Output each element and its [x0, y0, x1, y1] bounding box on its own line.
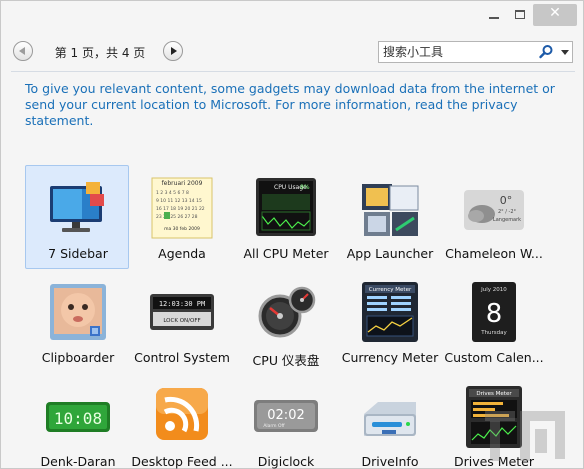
- gadget-tile[interactable]: 10:08 Denk-Daran: [25, 373, 129, 469]
- privacy-info-link[interactable]: To give you relevant content, some gadge…: [25, 81, 555, 129]
- gauge-icon: [258, 286, 316, 338]
- search-icon[interactable]: [538, 44, 554, 60]
- svg-text:16 17 18 19 20 21 22: 16 17 18 19 20 21 22: [156, 206, 205, 212]
- calendar-month: July 2010: [480, 287, 507, 293]
- gadget-tile[interactable]: 12:03:30 PM LOCK ON/OFF Control System: [129, 269, 233, 373]
- search-box: [378, 41, 573, 63]
- close-icon: ✕: [549, 5, 561, 21]
- gadget-label: App Launcher: [346, 246, 434, 261]
- chevron-left-icon: [19, 47, 25, 55]
- calendar-weekday: Thursday: [480, 330, 507, 336]
- digital-clock-green-icon: 10:08: [46, 402, 110, 432]
- gadget-label: Control System: [134, 350, 230, 365]
- calendar-footer: ma 30 feb 2009: [164, 226, 200, 232]
- gadget-label: Digiclock: [257, 454, 315, 469]
- gadget-label: Chameleon W...: [445, 246, 543, 261]
- gadget-tile[interactable]: Clipboarder: [25, 269, 129, 373]
- divider: [11, 71, 575, 72]
- gadget-gallery-window: ✕ 第 1 页，共 4 页 To give you relevant conte…: [0, 0, 584, 469]
- gadget-tile[interactable]: CPU Usage 8% All CPU Meter: [233, 165, 337, 269]
- search-input[interactable]: [383, 44, 533, 60]
- cpu-value: 8%: [300, 184, 310, 191]
- close-button[interactable]: ✕: [533, 4, 577, 26]
- gadget-tile[interactable]: 7 Sidebar: [25, 165, 129, 269]
- minimize-icon: [489, 17, 499, 19]
- gadget-label: DriveInfo: [361, 454, 419, 469]
- watermark-logo: [485, 411, 565, 461]
- weather-range: 2° / -2°: [498, 209, 517, 215]
- weather-cloud-icon: 0° 2° / -2° Langemark: [464, 190, 524, 230]
- next-page-button[interactable]: [163, 41, 183, 61]
- gadget-label: Custom Calen...: [444, 350, 544, 365]
- rss-feed-icon: [156, 388, 208, 440]
- gadget-tile[interactable]: 02:02 Alarm Off Digiclock: [233, 373, 337, 469]
- monitor-icon: [50, 182, 104, 232]
- gadget-tile[interactable]: DriveInfo: [337, 373, 441, 469]
- calendar-header: februari 2009: [162, 180, 203, 187]
- pager: 第 1 页，共 4 页: [13, 41, 183, 63]
- svg-text:23 24 25 26 27 28: 23 24 25 26 27 28: [156, 214, 198, 220]
- digiclock-time: 02:02: [267, 408, 304, 423]
- gadget-label: Denk-Daran: [40, 454, 116, 469]
- gadget-label: Currency Meter: [341, 350, 439, 365]
- currency-title: Currency Meter: [369, 287, 412, 293]
- gadget-label: CPU 仪表盘: [252, 353, 320, 368]
- control-status: LOCK ON/OFF: [163, 318, 200, 324]
- gadget-tile[interactable]: App Launcher: [337, 165, 441, 269]
- control-system-icon: 12:03:30 PM LOCK ON/OFF: [150, 294, 214, 330]
- gadget-tile[interactable]: februari 2009 1 2 3 4 5 6 7 8 9 10 11 12…: [129, 165, 233, 269]
- page-indicator: 第 1 页，共 4 页: [54, 46, 146, 60]
- gadget-tile[interactable]: CPU 仪表盘: [233, 269, 337, 373]
- gadget-label: All CPU Meter: [243, 246, 329, 261]
- maximize-button[interactable]: [508, 4, 532, 26]
- gadget-label: Clipboarder: [41, 350, 115, 365]
- previous-page-button[interactable]: [13, 41, 33, 61]
- calendar-icon: februari 2009 1 2 3 4 5 6 7 8 9 10 11 12…: [151, 177, 213, 239]
- weather-temp: 0°: [500, 194, 513, 207]
- digiclock-alarm: Alarm Off: [263, 423, 285, 429]
- gadget-tile[interactable]: 0° 2° / -2° Langemark Chameleon W...: [441, 165, 545, 269]
- gadget-tile[interactable]: Desktop Feed ...: [129, 373, 233, 469]
- denk-time: 10:08: [54, 409, 102, 428]
- control-time: 12:03:30 PM: [159, 300, 205, 308]
- chevron-right-icon: [171, 47, 177, 55]
- svg-text:1 2 3 4 5 6 7 8: 1 2 3 4 5 6 7 8: [156, 190, 189, 196]
- gadget-tile[interactable]: Currency Meter Currency Meter: [337, 269, 441, 373]
- drives-title: Drives Meter: [476, 391, 512, 397]
- gadget-label: Desktop Feed ...: [131, 454, 233, 469]
- digiclock-icon: 02:02 Alarm Off: [254, 400, 318, 432]
- privacy-info-text[interactable]: To give you relevant content, some gadge…: [25, 81, 555, 128]
- chevron-down-icon[interactable]: [561, 50, 569, 55]
- gadget-tile[interactable]: July 2010 8 Thursday Custom Calen...: [441, 269, 545, 373]
- svg-text:9 10 11 12 13 14 15: 9 10 11 12 13 14 15: [156, 198, 202, 204]
- minimize-button[interactable]: [482, 4, 506, 26]
- currency-meter-icon: Currency Meter: [362, 282, 418, 342]
- gadget-label: 7 Sidebar: [48, 246, 108, 261]
- maximize-icon: [515, 10, 525, 19]
- calendar-day: 8: [486, 299, 503, 329]
- custom-calendar-icon: July 2010 8 Thursday: [472, 282, 516, 342]
- app-launcher-icon: [362, 184, 419, 236]
- cpu-meter-icon: CPU Usage 8%: [256, 178, 316, 236]
- gadget-label: Agenda: [158, 246, 206, 261]
- weather-place: Langemark: [493, 217, 521, 223]
- hard-drive-icon: [364, 402, 416, 436]
- baby-photo-icon: [50, 284, 106, 340]
